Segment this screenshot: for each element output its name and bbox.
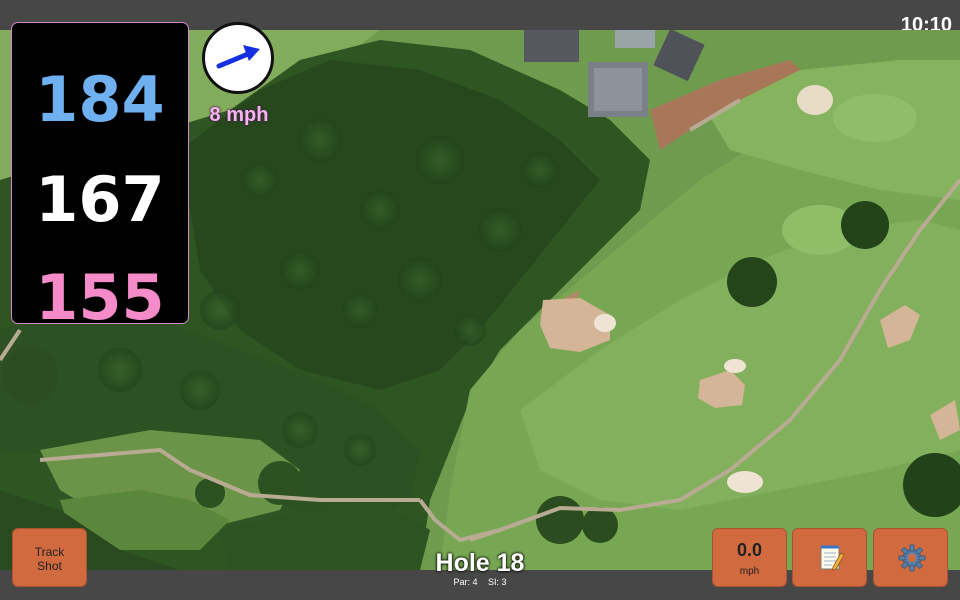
notes-button[interactable] [792,528,867,587]
distance-panel: 184 167 155 [11,22,189,334]
distance-front: 155 [35,261,165,334]
speed-button[interactable]: 0.0 mph [712,528,787,587]
wind-speed: 8 mph [209,104,269,126]
gear-icon [897,543,927,573]
wind-arrow-icon [216,45,260,69]
hole-par: Par: 4 [453,577,478,587]
speed-unit: mph [739,566,760,577]
speed-value: 0.0 [736,540,763,560]
hole-si: SI: 3 [488,577,507,587]
notepad-icon [816,543,846,573]
track-shot-label-line1: Track [34,545,65,559]
wind-dial [202,22,274,94]
settings-button[interactable] [873,528,948,587]
distance-middle: 167 [35,163,165,236]
distance-back: 184 [35,63,165,136]
track-shot-label-line2: Shot [37,559,62,573]
hole-info: Par: 4 SI: 3 [380,577,580,587]
hole-title: Hole 18 [435,549,525,577]
track-shot-button[interactable]: Track Shot [12,528,87,587]
